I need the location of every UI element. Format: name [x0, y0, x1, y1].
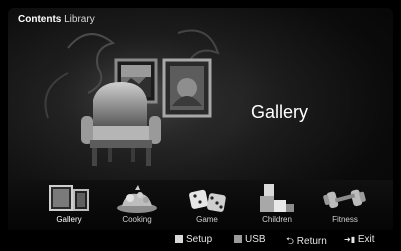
dice-icon — [189, 189, 226, 212]
usb-label: USB — [245, 234, 266, 245]
category-gallery[interactable]: Gallery — [42, 182, 96, 228]
category-cooking[interactable]: Cooking — [110, 182, 164, 228]
picture-frame-right — [162, 58, 212, 118]
bottom-control-bar: Setup USB ⮌ Return ➜▮ Exit — [8, 232, 393, 247]
setup-key-icon — [175, 235, 183, 243]
return-label: Return — [296, 236, 327, 247]
setup-button[interactable]: Setup — [175, 234, 212, 245]
category-fitness[interactable]: Fitness — [318, 182, 372, 228]
category-children[interactable]: Children — [250, 182, 304, 228]
cooking-icon — [117, 185, 157, 213]
category-label-children: Children — [262, 215, 292, 224]
category-label-fitness: Fitness — [332, 215, 358, 224]
category-label-gallery: Gallery — [56, 215, 82, 224]
gallery-artwork — [33, 18, 243, 168]
toy-blocks-icon — [260, 184, 294, 212]
category-label-cooking: Cooking — [122, 215, 152, 224]
gallery-icon — [49, 185, 89, 211]
preview-label: Gallery — [251, 102, 309, 122]
exit-button[interactable]: ➜▮ Exit — [344, 234, 375, 245]
category-game[interactable]: Game — [180, 182, 234, 228]
usb-key-icon — [234, 235, 242, 243]
exit-icon: ➜▮ — [344, 235, 356, 244]
setup-label: Setup — [186, 234, 213, 245]
exit-label: Exit — [357, 234, 375, 245]
dumbbell-icon — [323, 189, 366, 209]
return-icon: ⮌ — [286, 236, 295, 247]
return-button[interactable]: ⮌ Return — [286, 234, 327, 251]
usb-button[interactable]: USB — [234, 234, 266, 245]
category-label-game: Game — [196, 215, 218, 224]
